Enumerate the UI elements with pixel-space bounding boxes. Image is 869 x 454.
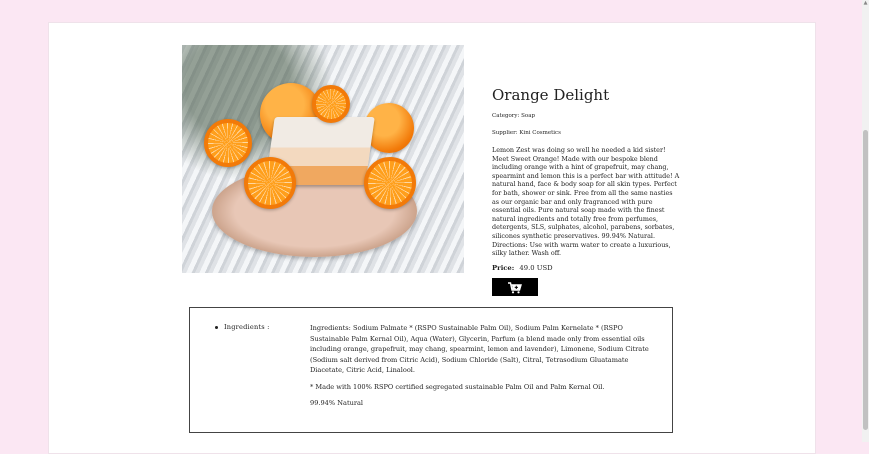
product-image — [182, 45, 464, 273]
orange-slice-shape — [364, 157, 416, 209]
price-value: 49.0 USD — [519, 263, 553, 272]
scrollbar-thumb[interactable] — [863, 130, 868, 430]
ingredients-paragraph: * Made with 100% RSPO certified segregat… — [310, 382, 605, 391]
scroll-up-arrow-icon[interactable]: ▲ — [863, 1, 868, 6]
orange-slice-shape — [204, 119, 252, 167]
page-scrollbar[interactable]: ▲ — [862, 0, 869, 442]
price-label: Price: — [492, 263, 515, 272]
ingredients-box: Ingredients : Ingredients: Sodium Palmat… — [189, 307, 673, 433]
price-row: Price: 49.0 USD — [492, 263, 680, 273]
ingredients-label: Ingredients : — [215, 323, 270, 332]
ingredients-paragraph: Ingredients: Sodium Palmate * (RSPO Sust… — [310, 324, 649, 374]
ingredients-paragraph: 99.94% Natural — [310, 399, 364, 407]
orange-slice-shape — [312, 85, 350, 123]
ingredients-text: Ingredients: Sodium Palmate * (RSPO Sust… — [310, 323, 650, 415]
product-info: Orange Delight Category: Soap Supplier: … — [492, 85, 680, 296]
shopping-cart-plus-icon — [508, 281, 522, 293]
product-category: Category: Soap — [492, 113, 536, 119]
orange-slice-shape — [244, 157, 296, 209]
add-to-cart-button[interactable] — [492, 277, 538, 296]
product-title: Orange Delight — [492, 86, 610, 104]
product-page-card: Orange Delight Category: Soap Supplier: … — [48, 22, 816, 454]
product-supplier: Supplier: Kini Cosmetics — [492, 130, 561, 136]
product-description: Lemon Zest was doing so well he needed a… — [492, 146, 680, 258]
